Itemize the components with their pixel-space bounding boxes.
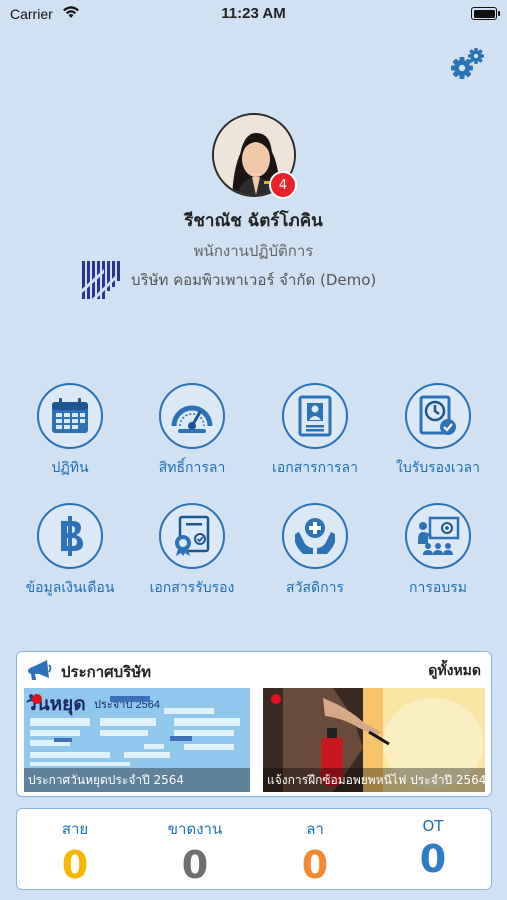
certificate-icon <box>175 515 210 556</box>
clock: 11:23 AM <box>221 5 286 22</box>
menu-label: ปฏิทิน <box>51 460 89 476</box>
new-indicator <box>271 694 281 704</box>
stat-ot[interactable]: OT 0 <box>383 817 483 881</box>
menu-label: เอกสารการลา <box>272 460 358 476</box>
employee-name: รีชาณัช ฉัตร์โภคิน <box>184 211 323 231</box>
stat-value: 0 <box>61 843 89 887</box>
notification-badge: 4 <box>269 171 297 199</box>
stat-leave[interactable]: ลา 0 <box>265 817 365 887</box>
announcement-card-holiday[interactable]: วันหยุด ประจำปี 2564 ประกาศวันหยุดประจำป… <box>24 688 250 792</box>
stat-value: 0 <box>181 843 209 887</box>
menu-salary[interactable]: ข้อมูลเงินเดือน <box>10 503 130 599</box>
announcement-card-fire-drill[interactable]: แจ้งการฝึกซ้อมอพยพหนีไฟ ประจำปี 2564 <box>263 688 485 792</box>
menu-label: เอกสารรับรอง <box>149 580 235 596</box>
stat-label: ขาดงาน <box>167 820 223 838</box>
view-all-link[interactable]: ดูทั้งหมด <box>428 660 481 682</box>
menu-certificates[interactable]: เอกสารรับรอง <box>132 503 252 599</box>
time-certificate-icon <box>419 395 456 435</box>
new-indicator <box>32 694 42 704</box>
menu-time-certificate[interactable]: ใบรับรองเวลา <box>378 383 498 479</box>
profile-avatar[interactable]: 4 <box>212 113 297 199</box>
battery-icon <box>471 7 500 20</box>
stat-label: OT <box>422 817 444 835</box>
calendar-icon <box>52 398 88 433</box>
menu-welfare[interactable]: สวัสดิการ <box>255 503 375 599</box>
training-icon <box>418 516 460 555</box>
stat-value: 0 <box>301 843 329 887</box>
menu-calendar[interactable]: ปฏิทิน <box>10 383 130 479</box>
announcement-panel: ประกาศบริษัท ดูทั้งหมด วันหยุด ประจำปี 2… <box>16 651 492 797</box>
settings-button[interactable] <box>449 46 485 82</box>
attendance-summary: สาย 0 ขาดงาน 0 ลา 0 OT 0 <box>16 808 492 890</box>
announcement-title: ประกาศบริษัท <box>61 663 152 681</box>
baht-icon <box>61 516 83 556</box>
stat-label: ลา <box>306 820 324 838</box>
menu-label: ใบรับรองเวลา <box>396 460 480 476</box>
stat-label: สาย <box>61 820 89 838</box>
menu-label: ข้อมูลเงินเดือน <box>25 580 115 596</box>
status-bar: Carrier 11:23 AM <box>0 0 507 30</box>
menu-label: สวัสดิการ <box>286 580 344 596</box>
menu-label: การอบรม <box>409 580 467 596</box>
announcement-caption: ประกาศวันหยุดประจำปี 2564 <box>24 768 250 792</box>
stat-value: 0 <box>419 837 447 881</box>
stat-absent[interactable]: ขาดงาน 0 <box>145 817 245 887</box>
stat-late[interactable]: สาย 0 <box>25 817 125 887</box>
announcement-caption: แจ้งการฝึกซ้อมอพยพหนีไฟ ประจำปี 2564 <box>263 768 485 792</box>
welfare-icon <box>295 518 335 554</box>
company-name: บริษัท คอมพิวเพาเวอร์ จำกัด (Demo) <box>131 271 377 289</box>
menu-label: สิทธิ์การลา <box>158 460 226 476</box>
company-row: บริษัท คอมพิวเพาเวอร์ จำกัด (Demo) <box>82 260 376 300</box>
gear-icon <box>451 48 484 79</box>
leave-document-icon <box>298 395 332 437</box>
gauge-icon <box>171 405 213 433</box>
company-logo-icon <box>82 261 120 299</box>
megaphone-icon <box>28 660 52 680</box>
menu-leave-documents[interactable]: เอกสารการลา <box>255 383 375 479</box>
menu-training[interactable]: การอบรม <box>378 503 498 599</box>
menu-leave-quota[interactable]: สิทธิ์การลา <box>132 383 252 479</box>
